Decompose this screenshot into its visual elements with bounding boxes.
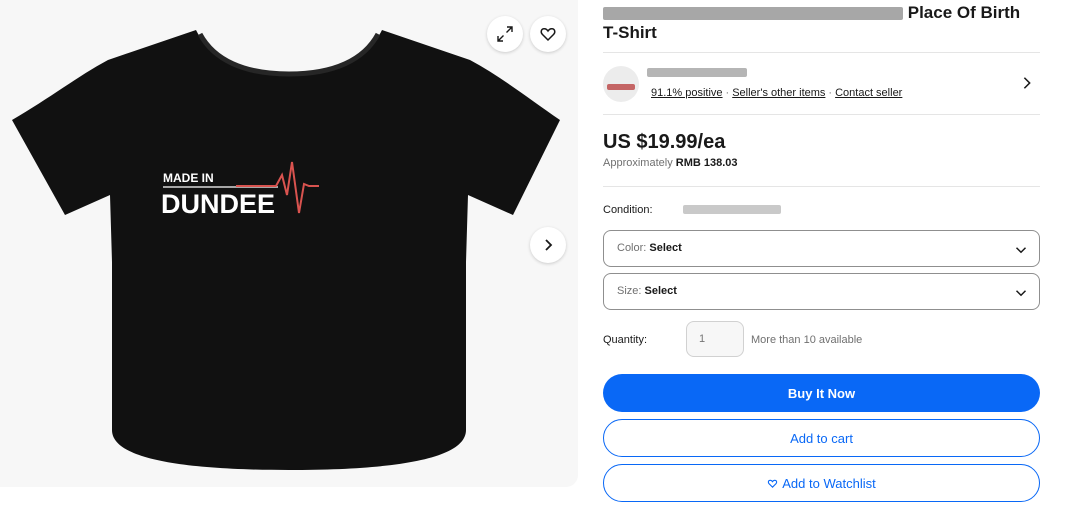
quantity-input[interactable] bbox=[686, 321, 744, 357]
image-gallery: MADE IN DUNDEE bbox=[0, 0, 578, 487]
size-select-label: Size: Select bbox=[617, 285, 677, 297]
separator: · bbox=[828, 87, 833, 99]
redacted-seller-name bbox=[647, 68, 747, 77]
buy-it-now-button[interactable]: Buy It Now bbox=[603, 374, 1040, 412]
expand-image-button[interactable] bbox=[487, 16, 523, 52]
approx-prefix: Approximately bbox=[603, 157, 673, 169]
color-select[interactable]: Color: Select bbox=[603, 230, 1040, 267]
divider bbox=[603, 52, 1040, 53]
listing-title: Place Of Birth T-Shirt bbox=[603, 3, 1040, 43]
quantity-available: More than 10 available bbox=[751, 334, 863, 346]
expand-icon bbox=[497, 26, 513, 42]
tshirt-shape bbox=[12, 30, 560, 470]
add-to-cart-label: Add to cart bbox=[790, 430, 853, 446]
add-to-watchlist-label: Add to Watchlist bbox=[782, 475, 876, 491]
color-label: Color: bbox=[617, 242, 647, 254]
contact-seller-link[interactable]: Contact seller bbox=[835, 87, 902, 99]
seller-links: 91.1% positive · Seller's other items · Cont… bbox=[651, 87, 902, 99]
separator: · bbox=[725, 87, 730, 99]
print-line1: MADE IN bbox=[163, 171, 214, 185]
title-line2: T-Shirt bbox=[603, 23, 657, 42]
redacted-title-text bbox=[603, 7, 903, 21]
redacted-condition-value bbox=[683, 205, 781, 214]
quantity-label: Quantity: bbox=[603, 334, 648, 346]
price: US $19.99/ea bbox=[603, 131, 726, 153]
add-to-cart-button[interactable]: Add to cart bbox=[603, 419, 1040, 457]
size-value: Select bbox=[644, 285, 677, 297]
title-line1-visible: Place Of Birth bbox=[907, 3, 1021, 22]
seller-avatar[interactable] bbox=[603, 66, 639, 102]
listing-details: Place Of Birth T-Shirt 91.1% positive · Se… bbox=[603, 0, 1040, 510]
product-image[interactable]: MADE IN DUNDEE bbox=[0, 0, 578, 487]
heart-icon bbox=[767, 478, 778, 489]
divider bbox=[603, 186, 1040, 187]
size-label: Size: bbox=[617, 285, 642, 297]
favorite-button[interactable] bbox=[530, 16, 566, 52]
seller-info: 91.1% positive · Seller's other items · Cont… bbox=[603, 62, 1040, 106]
seller-feedback-link[interactable]: 91.1% positive bbox=[651, 87, 723, 99]
heart-icon bbox=[540, 27, 556, 42]
approx-price: Approximately RMB 138.03 bbox=[603, 157, 738, 169]
size-select[interactable]: Size: Select bbox=[603, 273, 1040, 310]
chevron-right-icon[interactable] bbox=[1020, 76, 1034, 90]
color-select-label: Color: Select bbox=[617, 242, 682, 254]
color-value: Select bbox=[649, 242, 682, 254]
seller-other-items-link[interactable]: Seller's other items bbox=[732, 87, 825, 99]
print-line2: DUNDEE bbox=[161, 189, 275, 219]
chevron-down-icon bbox=[1015, 290, 1027, 297]
condition-label: Condition: bbox=[603, 204, 653, 216]
buy-it-now-label: Buy It Now bbox=[787, 385, 856, 401]
next-image-button[interactable] bbox=[530, 227, 566, 263]
chevron-down-icon bbox=[1015, 247, 1027, 254]
chevron-right-icon bbox=[545, 239, 553, 251]
approx-value: RMB 138.03 bbox=[675, 157, 738, 169]
add-to-watchlist-button[interactable]: Add to Watchlist bbox=[603, 464, 1040, 502]
divider bbox=[603, 114, 1040, 115]
